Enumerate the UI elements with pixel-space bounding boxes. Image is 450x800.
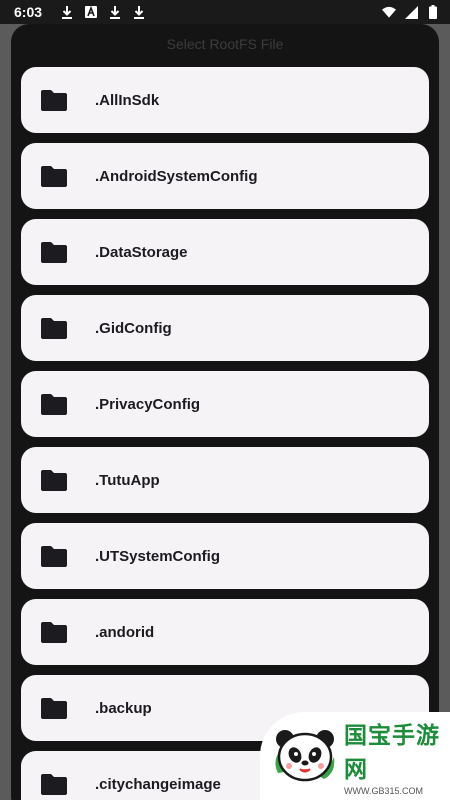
folder-icon bbox=[41, 89, 67, 111]
file-item-androidsystemconfig[interactable]: .AndroidSystemConfig bbox=[21, 143, 429, 209]
folder-icon bbox=[41, 697, 67, 719]
file-name: .DataStorage bbox=[95, 243, 188, 261]
file-name: .PrivacyConfig bbox=[95, 395, 201, 413]
notification-icons bbox=[60, 5, 146, 19]
file-item-privacyconfig[interactable]: .PrivacyConfig bbox=[21, 371, 429, 437]
watermark: 国宝手游网 WWW.GB315.COM bbox=[260, 712, 450, 800]
file-item-tutuapp[interactable]: .TutuApp bbox=[21, 447, 429, 513]
folder-icon bbox=[41, 393, 67, 415]
watermark-text: 国宝手游网 WWW.GB315.COM bbox=[344, 716, 450, 796]
file-name: .UTSystemConfig bbox=[95, 547, 221, 565]
file-item-datastorage[interactable]: .DataStorage bbox=[21, 219, 429, 285]
watermark-url: WWW.GB315.COM bbox=[344, 786, 424, 796]
file-name: .AndroidSystemConfig bbox=[95, 167, 258, 185]
file-name: .citychangeimage bbox=[95, 775, 221, 793]
download-icon bbox=[108, 5, 122, 19]
screen: 6:03 Select RootFS File .AllInSdk .Andro… bbox=[0, 0, 450, 800]
status-bar: 6:03 bbox=[0, 0, 450, 24]
download-icon bbox=[132, 5, 146, 19]
folder-icon bbox=[41, 621, 67, 643]
file-name: .TutuApp bbox=[95, 471, 160, 489]
file-name: .andorid bbox=[95, 623, 155, 641]
file-item-gidconfig[interactable]: .GidConfig bbox=[21, 295, 429, 361]
download-icon bbox=[60, 5, 74, 19]
folder-icon bbox=[41, 165, 67, 187]
file-name: .backup bbox=[95, 699, 152, 717]
a-badge-icon bbox=[84, 5, 98, 19]
watermark-brand: 国宝手游网 bbox=[344, 722, 440, 782]
file-item-allinsdk[interactable]: .AllInSdk bbox=[21, 67, 429, 133]
battery-icon bbox=[426, 5, 440, 19]
system-icons bbox=[382, 5, 440, 19]
status-time: 6:03 bbox=[14, 4, 43, 20]
wifi-icon bbox=[382, 5, 396, 19]
folder-icon bbox=[41, 317, 67, 339]
signal-icon bbox=[404, 5, 418, 19]
folder-icon bbox=[41, 469, 67, 491]
file-item-utsystemconfig[interactable]: .UTSystemConfig bbox=[21, 523, 429, 589]
panda-logo-icon bbox=[270, 721, 340, 791]
file-list: .AllInSdk .AndroidSystemConfig .DataStor… bbox=[21, 67, 429, 800]
folder-icon bbox=[41, 241, 67, 263]
folder-icon bbox=[41, 773, 67, 795]
folder-icon bbox=[41, 545, 67, 567]
file-name: .AllInSdk bbox=[95, 91, 160, 109]
dialog-title: Select RootFS File bbox=[166, 36, 284, 52]
file-name: .GidConfig bbox=[95, 319, 172, 337]
select-rootfs-dialog: Select RootFS File .AllInSdk .AndroidSys… bbox=[11, 24, 439, 800]
file-item-andorid[interactable]: .andorid bbox=[21, 599, 429, 665]
